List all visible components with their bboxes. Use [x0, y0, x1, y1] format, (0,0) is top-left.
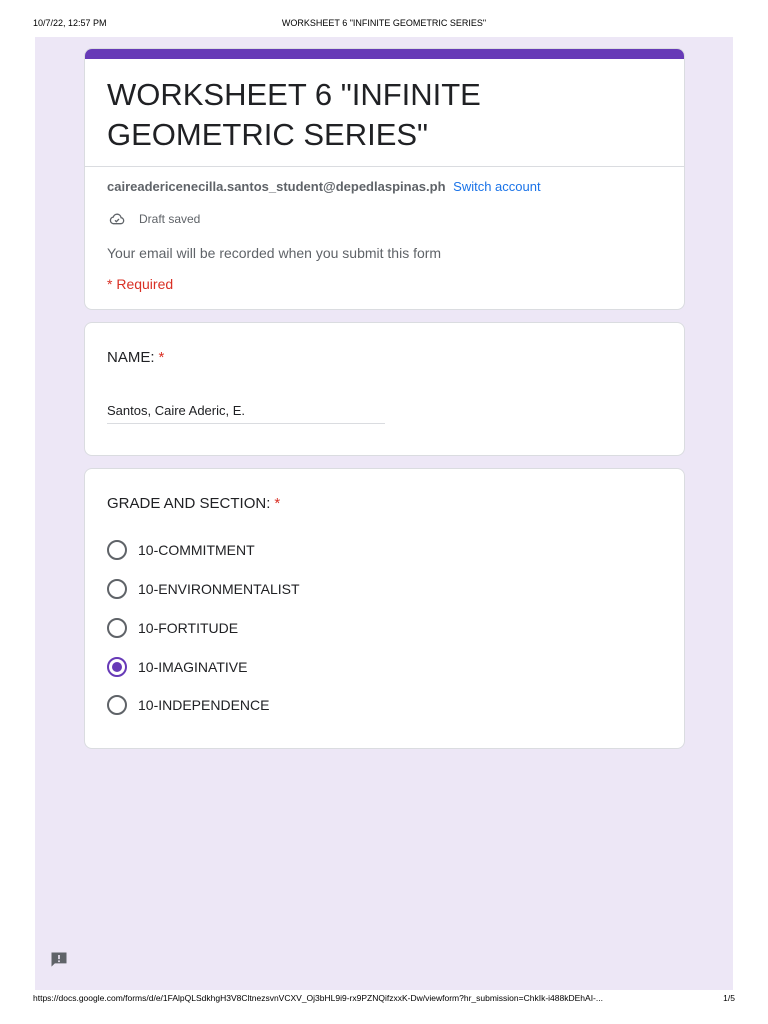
- radio-button[interactable]: [107, 695, 127, 715]
- option-label: 10-INDEPENDENCE: [138, 697, 270, 713]
- radio-option-fortitude[interactable]: 10-FORTITUDE: [107, 617, 238, 639]
- account-email: caireadericenecilla.santos_student@deped…: [107, 179, 446, 194]
- switch-account-link[interactable]: Switch account: [453, 179, 540, 194]
- radio-option-environmentalist[interactable]: 10-ENVIRONMENTALIST: [107, 578, 300, 600]
- input-underline: [107, 423, 385, 424]
- draft-status-label: Draft saved: [139, 212, 201, 226]
- radio-option-independence[interactable]: 10-INDEPENDENCE: [107, 694, 269, 716]
- option-label: 10-FORTITUDE: [138, 620, 239, 636]
- option-label: 10-COMMITMENT: [138, 542, 255, 558]
- accent-bar: [85, 49, 684, 59]
- report-feedback-icon[interactable]: [49, 950, 69, 970]
- option-label: 10-ENVIRONMENTALIST: [138, 581, 300, 597]
- print-footer: https://docs.google.com/forms/d/e/1FAlpQ…: [33, 993, 735, 1005]
- required-note: * Required: [107, 276, 174, 292]
- question-title: GRADE AND SECTION: *: [107, 495, 280, 512]
- print-url: https://docs.google.com/forms/d/e/1FAlpQ…: [33, 993, 603, 1003]
- option-label: 10-IMAGINATIVE: [138, 659, 248, 675]
- radio-button-selected[interactable]: [107, 657, 127, 677]
- account-row: caireadericenecilla.santos_student@deped…: [107, 179, 541, 194]
- draft-status: Draft saved: [107, 211, 200, 227]
- required-star: *: [274, 495, 281, 512]
- question-label: GRADE AND SECTION:: [107, 495, 271, 512]
- question-card-grade-section: GRADE AND SECTION: * 10-COMMITMENT 10-ENV…: [84, 468, 685, 749]
- form-header-card: WORKSHEET 6 "INFINITE GEOMETRIC SERIES" …: [84, 48, 685, 310]
- radio-button[interactable]: [107, 618, 127, 638]
- cloud-check-icon: [109, 213, 125, 225]
- radio-option-commitment[interactable]: 10-COMMITMENT: [107, 539, 255, 561]
- required-star: *: [158, 349, 165, 366]
- email-record-notice: Your email will be recorded when you sub…: [107, 245, 442, 261]
- name-answer-input[interactable]: Santos, Caire Aderic, E.: [107, 403, 245, 418]
- question-card-name: NAME: * Santos, Caire Aderic, E.: [84, 322, 685, 456]
- header-divider: [85, 166, 684, 167]
- radio-option-imaginative[interactable]: 10-IMAGINATIVE: [107, 656, 247, 678]
- form-title: WORKSHEET 6 "INFINITE GEOMETRIC SERIES": [107, 77, 481, 152]
- radio-button[interactable]: [107, 579, 127, 599]
- question-title: NAME: *: [107, 349, 164, 366]
- question-label: NAME:: [107, 349, 155, 366]
- print-page-title: WORKSHEET 6 "INFINITE GEOMETRIC SERIES": [281, 18, 487, 28]
- print-page-number: 1/5: [723, 993, 735, 1003]
- radio-button[interactable]: [107, 540, 127, 560]
- print-header: 10/7/22, 12:57 PM WORKSHEET 6 "INFINITE …: [33, 18, 735, 30]
